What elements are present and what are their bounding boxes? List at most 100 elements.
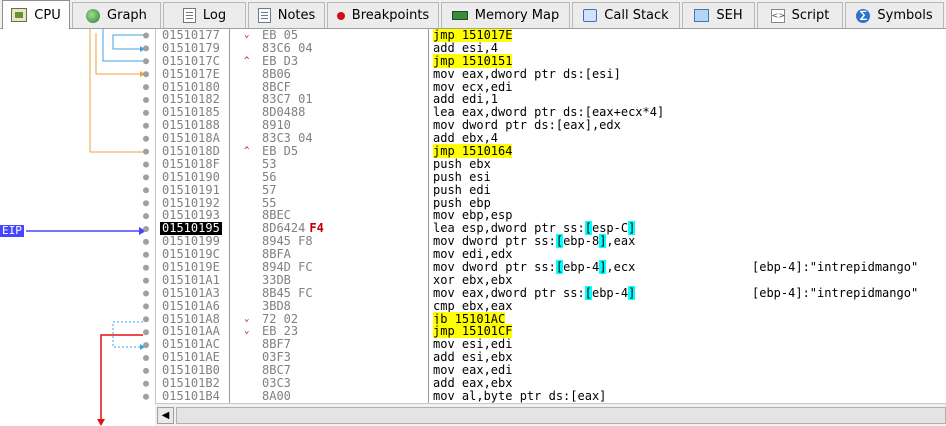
instruction: mov al,byte ptr ds:[eax] <box>433 389 606 403</box>
breakpoint-dot[interactable] <box>143 58 149 65</box>
breakpoint-dot[interactable] <box>143 342 149 349</box>
breakpoint-dot[interactable] <box>143 355 149 361</box>
branch-line-jmp-1510151 <box>102 29 143 62</box>
breakpoint-dot[interactable] <box>143 32 149 39</box>
opcode-bytes-text: 72 02 <box>262 311 299 326</box>
breakpoint-dot[interactable] <box>143 316 149 323</box>
tab-label: Memory Map <box>474 8 560 23</box>
mnemonic: xor <box>433 272 462 287</box>
address: 01510179 <box>162 40 220 55</box>
operand: esi,4 <box>461 40 499 55</box>
tab-memory-map[interactable]: Memory Map <box>441 2 570 28</box>
breakpoint-dot[interactable] <box>143 97 149 103</box>
address: 01510191 <box>162 182 220 197</box>
breakpoint-dot[interactable] <box>143 251 149 258</box>
opcode-bytes-text: EB D5 <box>262 144 299 159</box>
tab-label: Notes <box>277 8 316 23</box>
script-icon: <> <box>770 8 785 23</box>
opcode-bytes-text: 8BF7 <box>262 337 291 352</box>
mnemonic: mov <box>433 234 462 249</box>
scroll-left-button[interactable]: ◀ <box>157 407 174 424</box>
mnemonic: mov <box>433 285 462 300</box>
breakpoint-dot[interactable] <box>143 380 149 387</box>
seh-icon <box>694 9 710 22</box>
mnemonic: push <box>433 195 470 210</box>
bracket-highlight: [ <box>584 285 592 300</box>
breakpoint-dot[interactable] <box>143 213 149 220</box>
mnemonic: add <box>433 40 462 55</box>
breakpoint-dot[interactable] <box>143 200 149 207</box>
breakpoint-dot[interactable] <box>143 148 149 155</box>
tab-cpu[interactable]: CPU <box>2 0 70 29</box>
mnemonic: mov <box>433 363 462 378</box>
tab-bar: CPU Graph Log Notes Breakpoints Memory M… <box>0 0 946 29</box>
breakpoint-dot[interactable] <box>143 109 149 116</box>
opcode-bytes-text: 8D0488 <box>262 105 306 120</box>
address: 0151018D <box>162 144 220 159</box>
operand-part: dword ptr ss: <box>461 260 556 275</box>
breakpoint-dot[interactable] <box>143 329 149 336</box>
tab-log[interactable]: Log <box>163 2 246 28</box>
tab-notes[interactable]: Notes <box>248 2 325 28</box>
branch-gutter: EIP <box>0 29 155 426</box>
tab-label: Call Stack <box>604 8 669 23</box>
tab-script[interactable]: <> Script <box>757 2 843 28</box>
tab-label: Breakpoints <box>351 8 430 23</box>
tab-breakpoints[interactable]: Breakpoints <box>327 2 439 28</box>
operand: 1510151 <box>461 53 513 68</box>
mnemonic: cmp <box>433 298 462 313</box>
breakpoint-dot[interactable] <box>143 303 149 310</box>
breakpoint-dot[interactable] <box>143 238 149 245</box>
opcode-bytes: 8A00 <box>262 389 291 403</box>
address: 0151019E <box>162 260 220 275</box>
operand: ebx <box>469 156 491 171</box>
disassembly-view[interactable]: 01510177 ⌄ EB 05 jmp 151017E 01510179 83C6 04… <box>155 29 946 403</box>
tab-symbols[interactable]: ∑ Symbols <box>845 2 944 28</box>
breakpoint-dot[interactable] <box>143 264 149 271</box>
breakpoint-dot[interactable] <box>143 226 149 232</box>
breakpoint-dot[interactable] <box>143 290 149 297</box>
branch-line-jmp-15101CF <box>100 334 143 421</box>
breakpoint-dot[interactable] <box>143 71 149 78</box>
operand-part: eax,dword ptr ss: <box>461 285 585 300</box>
breakpoint-dot[interactable] <box>143 187 149 194</box>
operand: esi,ebx <box>461 350 513 365</box>
operand-part: ebp-4 <box>591 285 629 300</box>
breakpoint-dot[interactable] <box>143 174 149 181</box>
opcode-bytes-text: 8BC7 <box>262 363 291 378</box>
tab-label: Symbols <box>877 8 933 23</box>
scroll-thumb[interactable] <box>176 407 946 424</box>
branch-line-jmp-151017E-inner <box>112 34 143 50</box>
log-icon <box>182 8 196 23</box>
operand: eax,dword ptr ds:[esi] <box>461 66 621 81</box>
address: 015101A3 <box>162 285 220 300</box>
mnemonic: push <box>433 169 470 184</box>
breakpoint-dot[interactable] <box>143 277 149 284</box>
mnemonic: add <box>433 376 462 391</box>
mnemonic: add <box>433 131 462 146</box>
tab-label: Graph <box>107 8 147 23</box>
tab-seh[interactable]: SEH <box>682 2 755 28</box>
opcode-bytes-text: 8B06 <box>262 66 291 81</box>
operand: esi <box>469 169 491 184</box>
mnemonic: mov <box>433 208 462 223</box>
horizontal-scrollbar[interactable]: ◀ <box>155 403 946 426</box>
operand: ebx,4 <box>461 131 499 146</box>
breakpoint-dot[interactable] <box>143 45 149 52</box>
jump-direction-marker: ⌄ <box>244 30 250 40</box>
operand-part: esp-C <box>591 221 629 236</box>
breakpoint-dot[interactable] <box>143 122 149 129</box>
operand: 15101CF <box>461 324 513 339</box>
disasm-row[interactable]: 015101B4 8A00 mov al,byte ptr ds:[eax] <box>156 389 946 403</box>
mnemonic: jmp <box>433 144 462 159</box>
notes-icon <box>257 8 271 23</box>
jump-direction-marker: ^ <box>244 55 250 66</box>
breakpoint-dot[interactable] <box>143 135 149 142</box>
breakpoint-dot[interactable] <box>143 84 149 91</box>
tab-call-stack[interactable]: Call Stack <box>572 2 680 28</box>
breakpoint-dot[interactable] <box>143 161 149 168</box>
breakpoint-dot[interactable] <box>143 393 149 400</box>
tab-graph[interactable]: Graph <box>72 2 161 28</box>
opcode-bytes-text: 8BFA <box>262 247 291 262</box>
breakpoint-dot[interactable] <box>143 367 149 374</box>
